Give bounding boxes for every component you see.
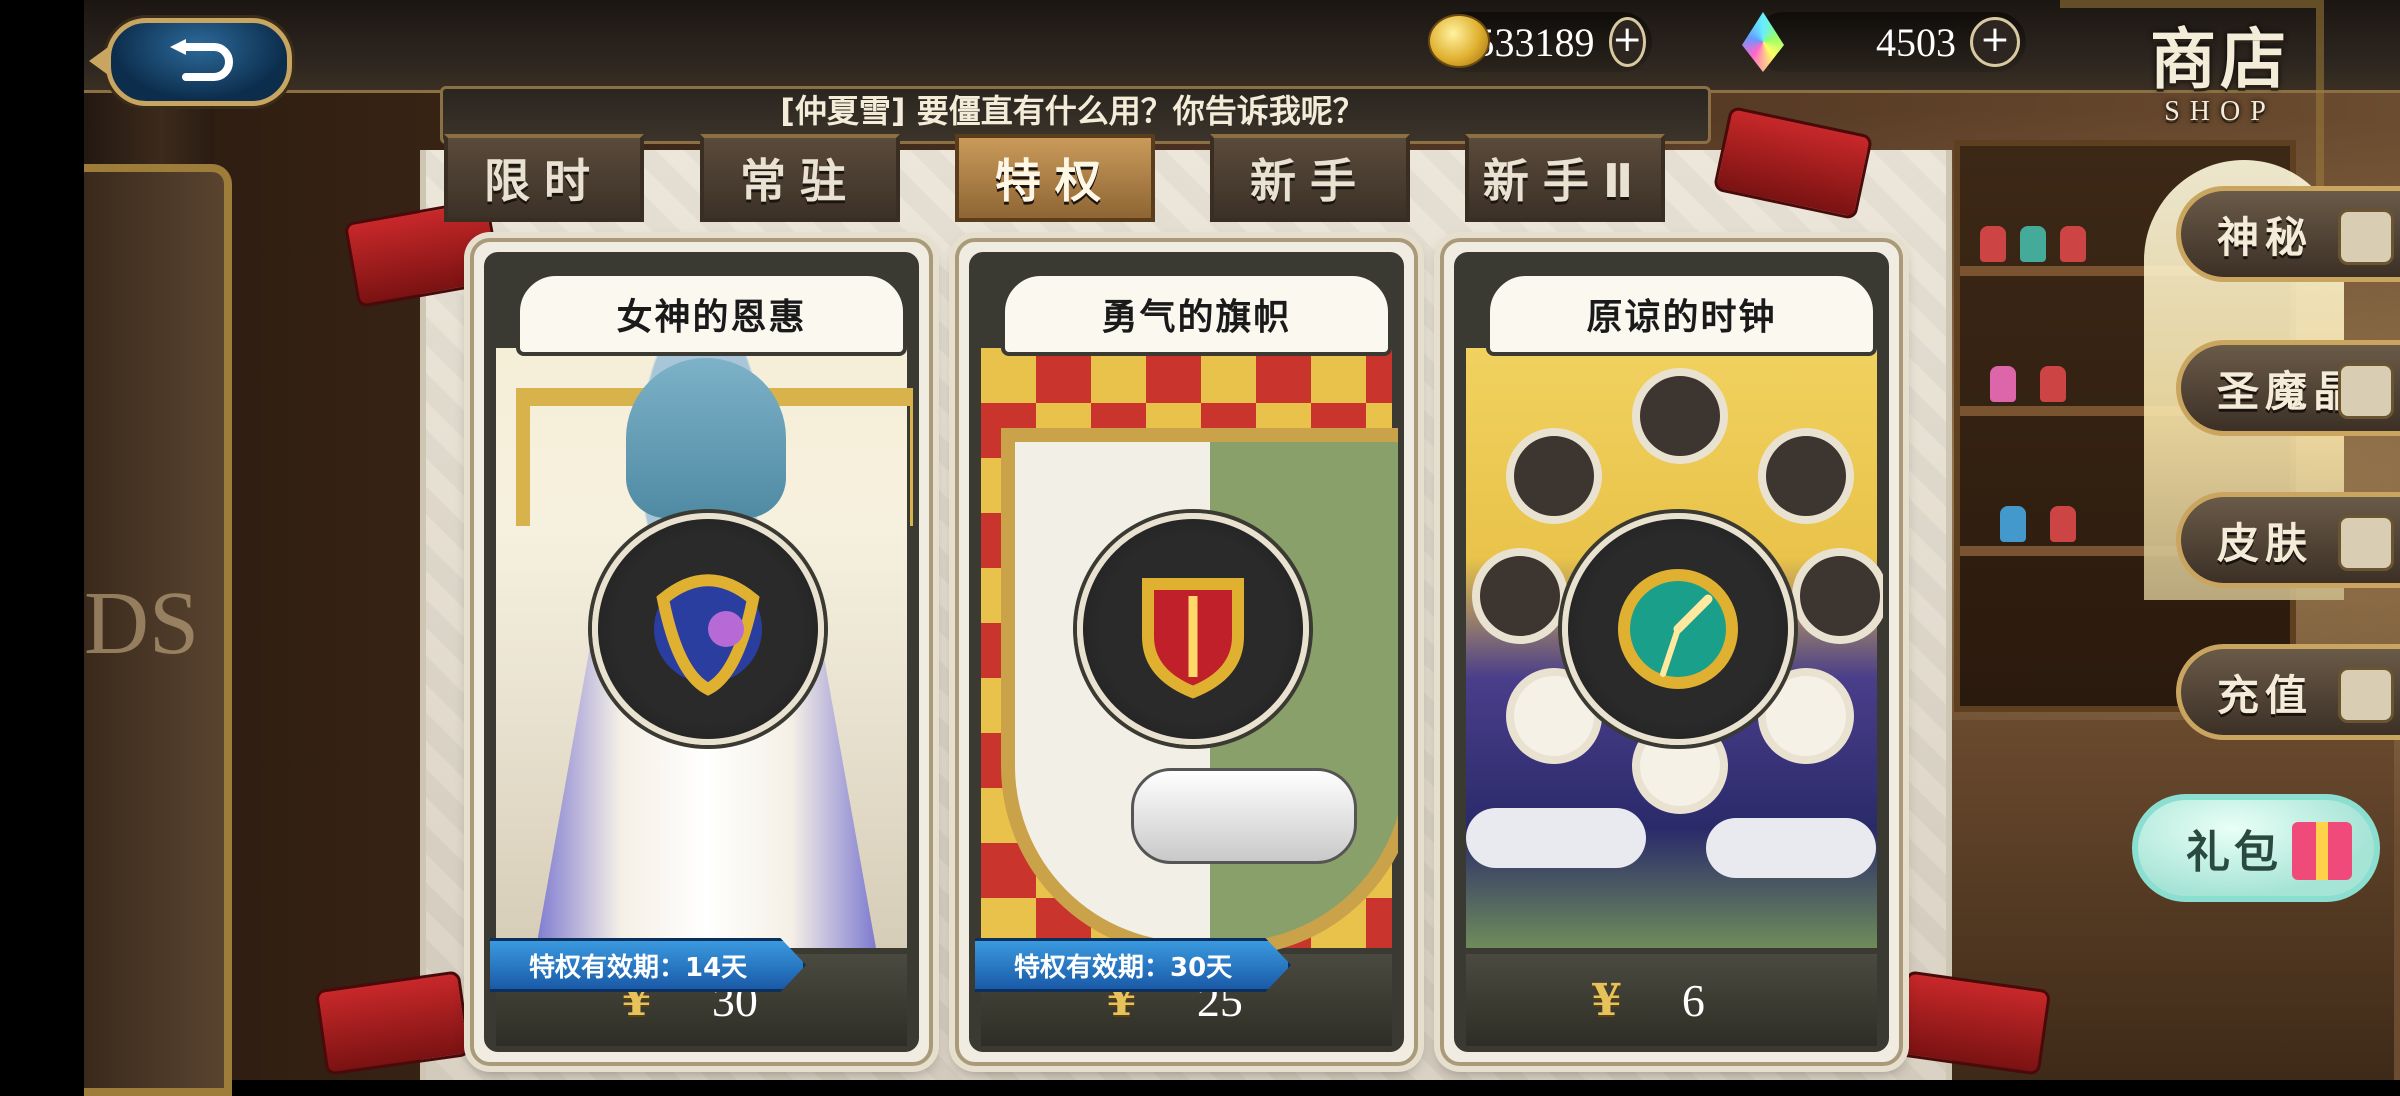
privilege-card[interactable]: 女神的恩惠 特权有效期：14天 ¥ 30 [470, 238, 933, 1066]
gem-counter: 4503 + [1754, 12, 2026, 72]
back-button[interactable] [89, 18, 292, 106]
side-tab-skin[interactable]: 皮肤 [2176, 492, 2400, 588]
tab-label: 新手Ⅱ [1482, 154, 1648, 208]
privilege-card[interactable]: 勇气的旗帜 特权有效期：30天 ¥ 25 [955, 238, 1418, 1066]
card-title: 女神的恩惠 [516, 272, 907, 356]
card-title: 原谅的时钟 [1486, 272, 1877, 356]
card-medallion [591, 513, 824, 745]
side-tab-recharge[interactable]: 充值 [2176, 644, 2400, 740]
side-tab-label: 神秘 [2217, 212, 2314, 262]
shop-title: 商店 SHOP [2130, 6, 2310, 128]
card-title: 勇气的旗帜 [1001, 272, 1392, 356]
card-medallion [1076, 513, 1309, 745]
dice-icon [2338, 209, 2394, 265]
tab-label: 特权 [995, 154, 1115, 208]
price-bar[interactable]: ¥ 6 [1466, 954, 1877, 1046]
left-plaque: DS [84, 164, 232, 1096]
tab-permanent[interactable]: 常驻 [700, 134, 900, 222]
card-frame: 勇气的旗帜 特权有效期：30天 ¥ 25 [969, 252, 1404, 1052]
tab-label: 限时 [484, 154, 604, 208]
add-gem-button[interactable]: + [1970, 17, 2020, 67]
currency-symbol: ¥ [1591, 974, 1622, 1026]
card-frame: 原谅的时钟 ¥ 6 [1454, 252, 1889, 1052]
side-tab-label: 皮肤 [2217, 518, 2314, 568]
tab-newbie-2[interactable]: 新手Ⅱ [1465, 134, 1665, 222]
privilege-card[interactable]: 原谅的时钟 ¥ 6 [1440, 238, 1903, 1066]
tab-newbie[interactable]: 新手 [1210, 134, 1410, 222]
gem-bag-icon [2338, 667, 2394, 723]
shield-emblem-icon [1141, 578, 1244, 699]
side-tab-crystal[interactable]: 圣魔晶 [2176, 340, 2400, 436]
validity-banner: 特权有效期：14天 [490, 938, 806, 992]
gem-amount: 4503 [1876, 19, 1956, 65]
side-tab-label: 充值 [2217, 670, 2314, 720]
crystal-icon [2338, 363, 2394, 419]
clock-emblem-icon [1617, 569, 1738, 689]
tab-label: 新手 [1250, 154, 1370, 208]
shop-title-zh: 商店 [2150, 20, 2290, 98]
add-gold-button[interactable]: + [1608, 17, 1646, 67]
back-arrow-icon [170, 39, 233, 81]
gift-label: 礼包 [2186, 827, 2282, 878]
gift-box-icon [2292, 822, 2352, 880]
gift-pack-button[interactable]: 礼包 [2132, 794, 2380, 902]
top-bar [84, 0, 2400, 93]
gold-coin-icon [1428, 14, 1490, 68]
side-tab-mystery[interactable]: 神秘 [2176, 186, 2400, 282]
goddess-emblem-icon [653, 574, 762, 696]
announcement-text: [仲夏雪] 要僵直有什么用？你告诉我呢？ [780, 92, 1365, 130]
card-medallion [1561, 513, 1794, 745]
tab-privilege[interactable]: 特权 [955, 134, 1155, 222]
tab-limited[interactable]: 限时 [444, 134, 644, 222]
skin-icon [2338, 515, 2394, 571]
plaque-glyph: DS [84, 574, 200, 673]
price-value: 6 [1681, 974, 1705, 1026]
validity-banner: 特权有效期：30天 [975, 938, 1291, 992]
card-frame: 女神的恩惠 特权有效期：14天 ¥ 30 [484, 252, 919, 1052]
tab-label: 常驻 [740, 154, 860, 208]
